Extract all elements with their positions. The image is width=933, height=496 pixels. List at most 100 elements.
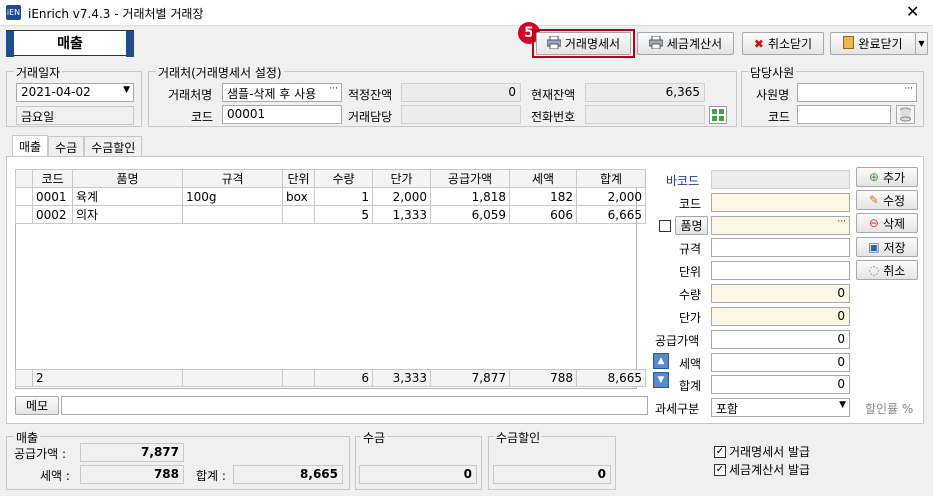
delete-button[interactable]: ⊖ 삭제 (856, 213, 918, 233)
memo-button[interactable]: 메모 (15, 396, 59, 415)
column-header[interactable]: 합계 (576, 169, 646, 188)
app-logo-icon: iEN (6, 5, 21, 20)
phone-field (585, 105, 705, 124)
save-label: 저장 (883, 240, 906, 255)
table-row[interactable]: 0002 의자 5 1,333 6,059 606 6,665 (15, 205, 646, 224)
cell[interactable]: 1 (314, 187, 373, 206)
cell[interactable]: 6,665 (576, 205, 646, 224)
table-row[interactable]: 0001 육계 100g box 1 2,000 1,818 182 2,000 (15, 187, 646, 206)
ellipsis-icon: ··· (329, 84, 338, 94)
tab-collection-discount[interactable]: 수금할인 (84, 136, 143, 156)
table-header: 코드 품명 규격 단위 수량 단가 공급가액 세액 합계 (15, 169, 646, 188)
tax-issue-checkbox[interactable]: ✓ 세금계산서 발급 (714, 461, 810, 478)
discount-label: 할인률 % (865, 402, 914, 416)
unit-field[interactable] (711, 261, 850, 280)
item-name-button[interactable]: 품명 (675, 216, 708, 235)
proper-balance-field: 0 (401, 83, 521, 102)
qty-field[interactable]: 0 (711, 284, 850, 303)
total-field[interactable]: 0 (711, 375, 850, 394)
staff-code-field[interactable] (797, 105, 891, 124)
name-checkbox[interactable] (659, 220, 671, 232)
ellipsis-icon: ··· (837, 217, 846, 227)
client-name-field[interactable]: 샘플-삭제 후 사용 ··· (222, 83, 342, 102)
column-header[interactable]: 공급가액 (430, 169, 510, 188)
grid-add-icon[interactable] (709, 106, 727, 124)
mode-bar-right (126, 31, 134, 57)
cancel-close-button[interactable]: ✖ 취소닫기 (742, 32, 824, 55)
date-value: 2021-04-02 (21, 85, 91, 99)
cancel-close-label: 취소닫기 (767, 37, 813, 51)
row-selector[interactable] (15, 205, 33, 224)
memo-field[interactable] (61, 396, 648, 415)
client-code-field[interactable]: 00001 (222, 105, 342, 124)
phone-label: 전화번호 (531, 110, 576, 124)
column-header[interactable]: 단가 (372, 169, 431, 188)
delete-icon: ⊖ (868, 216, 879, 230)
cell[interactable]: 2,000 (372, 187, 431, 206)
save-button[interactable]: ▣ 저장 (856, 237, 918, 257)
discount-value: 0 (493, 465, 611, 484)
client-group-title: 거래처(거래명세서 설정) (156, 64, 284, 81)
column-header[interactable]: 코드 (32, 169, 73, 188)
cell[interactable]: 의자 (72, 205, 183, 224)
cell[interactable]: 0002 (32, 205, 73, 224)
cell[interactable]: 5 (314, 205, 373, 224)
column-header[interactable]: 규격 (182, 169, 283, 188)
supply-field[interactable]: 0 (711, 330, 850, 349)
cell[interactable]: 0001 (32, 187, 73, 206)
unit-label: 단위 (679, 265, 702, 279)
column-header[interactable]: 세액 (509, 169, 577, 188)
cylinder-icon[interactable] (896, 105, 915, 124)
cell[interactable] (182, 205, 283, 224)
spec-field[interactable] (711, 238, 850, 257)
tab-sales[interactable]: 매출 (12, 135, 49, 157)
cell[interactable]: 100g (182, 187, 283, 206)
checkmark-icon: ✓ (714, 463, 726, 476)
sum-supply-label: 공급가액 : (14, 447, 67, 461)
cell[interactable]: box (282, 187, 315, 206)
column-header[interactable]: 품명 (72, 169, 183, 188)
cell[interactable]: 606 (509, 205, 577, 224)
invoice-button[interactable]: 거래명세서 (536, 32, 631, 55)
taxtype-select[interactable]: 포함 ▼ (711, 398, 850, 417)
cell[interactable] (282, 205, 315, 224)
staff-name-field[interactable]: ··· (797, 83, 917, 102)
total-supply: 7,877 (430, 369, 510, 387)
cell[interactable]: 2,000 (576, 187, 646, 206)
totals-row: 2 6 3,333 7,877 788 8,665 (15, 369, 646, 387)
done-dropdown-button[interactable]: ▼ (915, 32, 928, 55)
cell[interactable]: 182 (509, 187, 577, 206)
cell[interactable]: 1,818 (430, 187, 510, 206)
total-tax: 788 (509, 369, 577, 387)
add-button[interactable]: ⊕ 추가 (856, 167, 918, 187)
tax-invoice-button[interactable]: 세금계산서 (637, 32, 734, 55)
tax-field[interactable]: 0 (711, 353, 850, 372)
mode-label: 매출 (57, 36, 83, 52)
column-header[interactable]: 단위 (282, 169, 315, 188)
done-close-button[interactable]: 완료닫기 (830, 32, 916, 55)
barcode-field (711, 170, 850, 189)
row-selector[interactable] (15, 187, 33, 206)
edit-button[interactable]: ✎ 수정 (856, 190, 918, 210)
date-select[interactable]: 2021-04-02 ▼ (16, 83, 134, 102)
column-header[interactable]: 수량 (314, 169, 373, 188)
cell[interactable]: 6,059 (430, 205, 510, 224)
chevron-down-icon: ▼ (123, 85, 130, 95)
item-name-field[interactable]: ··· (711, 216, 850, 235)
sales-summary-title: 매출 (14, 429, 41, 446)
tab-collection[interactable]: 수금 (48, 136, 85, 156)
item-code-field[interactable] (711, 193, 850, 212)
arrow-down-icon[interactable]: ▼ (653, 372, 669, 388)
close-icon[interactable]: ✕ (906, 2, 919, 21)
cell[interactable]: 1,333 (372, 205, 431, 224)
price-field[interactable]: 0 (711, 307, 850, 326)
chevron-down-icon: ▼ (839, 400, 846, 410)
total-cell (182, 369, 283, 387)
checkmark-icon: ✓ (714, 445, 726, 458)
arrow-up-icon[interactable]: ▲ (653, 353, 669, 369)
cancel-button[interactable]: ◌ 취소 (856, 260, 918, 280)
door-icon (843, 35, 855, 52)
cancel-label: 취소 (883, 263, 906, 278)
cell[interactable]: 육계 (72, 187, 183, 206)
invoice-issue-checkbox[interactable]: ✓ 거래명세서 발급 (714, 443, 810, 460)
